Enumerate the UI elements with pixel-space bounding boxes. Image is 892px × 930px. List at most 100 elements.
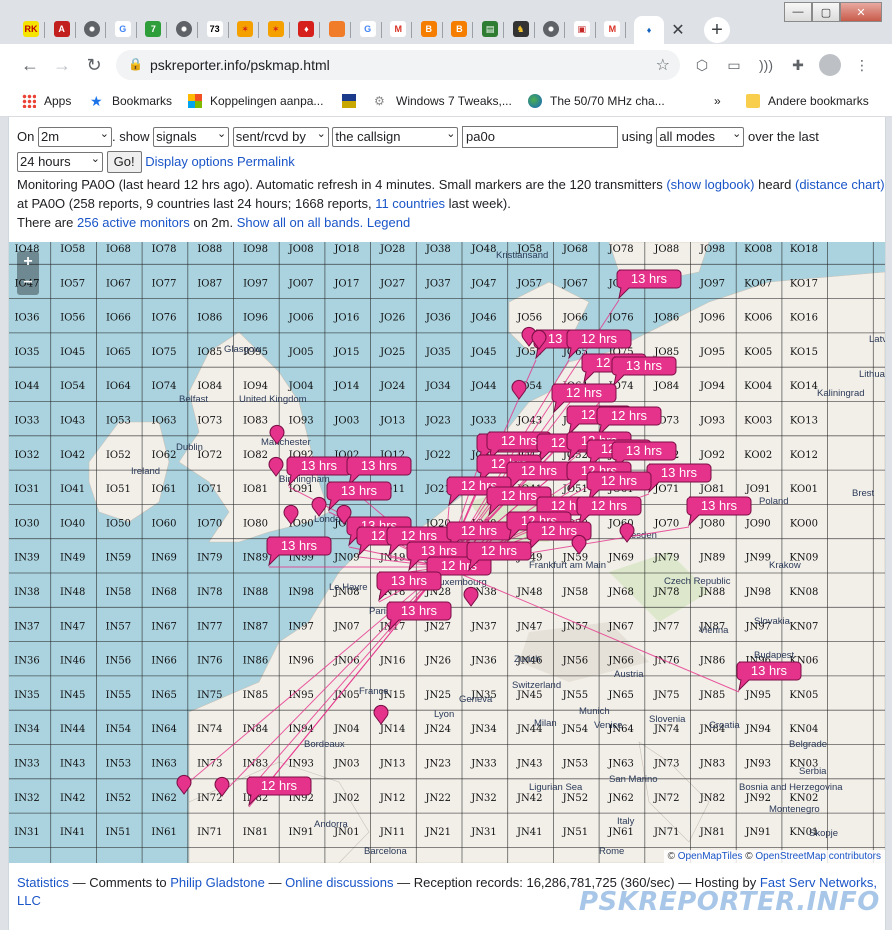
psk-map[interactable]: IO48 IO58 IO68 IO78 IO88 IO98 JO08 JO18 JO28 JO38…: [9, 242, 885, 863]
direction-select[interactable]: sent/rcvd by: [232, 127, 329, 147]
browser-tab[interactable]: ✶: [232, 16, 260, 42]
extensions-puzzle-icon[interactable]: ✚: [788, 55, 808, 75]
bookmarks-more[interactable]: »: [714, 91, 721, 111]
place-label: Lyon: [434, 709, 454, 720]
back-icon[interactable]: ←: [18, 53, 42, 77]
browser-tab[interactable]: 7: [140, 16, 168, 42]
reload-icon[interactable]: ↻: [82, 53, 106, 77]
openmaptiles-link[interactable]: OpenMapTiles: [678, 851, 743, 862]
maximize-button[interactable]: ▢: [812, 2, 840, 22]
bookmark-5070[interactable]: The 50/70 MHz cha...: [528, 91, 665, 111]
browser-tab[interactable]: 73: [202, 16, 229, 42]
browser-tab[interactable]: ✶: [263, 16, 290, 42]
zoom-in-button[interactable]: +: [17, 251, 39, 272]
dropbox-icon[interactable]: ⬡: [692, 55, 712, 75]
active-monitors-link[interactable]: 256 active monitors: [77, 215, 190, 230]
browser-tab[interactable]: A: [49, 16, 76, 42]
browser-tab[interactable]: [324, 16, 351, 42]
browser-tab[interactable]: [171, 16, 198, 42]
google-icon: G: [114, 21, 131, 37]
close-tab-icon[interactable]: ✕: [668, 20, 688, 40]
distance-chart-link[interactable]: (distance chart): [795, 177, 885, 192]
show-select[interactable]: signals: [153, 127, 230, 147]
spot-marker[interactable]: 13 hrs: [326, 481, 392, 512]
browser-tab[interactable]: ▤: [477, 16, 504, 42]
legend-link[interactable]: Legend: [367, 215, 410, 230]
target-type-select[interactable]: the callsign: [332, 127, 459, 147]
browser-tab[interactable]: ♞: [508, 16, 535, 42]
browser-tab[interactable]: [538, 16, 566, 42]
grid-square-label: IN33: [14, 759, 39, 770]
period-select[interactable]: 24 hours: [17, 152, 103, 172]
countries-link[interactable]: 11 countries: [375, 196, 445, 211]
apps-grid-icon: [22, 94, 36, 108]
minimize-button[interactable]: —: [784, 2, 812, 22]
statistics-link[interactable]: Statistics: [17, 875, 69, 890]
grid-square-label: JN86: [699, 656, 725, 667]
callsign-input[interactable]: pa0o: [462, 126, 619, 148]
browser-tab[interactable]: ▣: [569, 16, 596, 42]
bookmark-koppelingen[interactable]: Koppelingen aanpa...: [188, 91, 323, 111]
spot-marker[interactable]: 13 hrs: [346, 456, 412, 487]
spot-marker[interactable]: 13 hrs: [616, 269, 682, 300]
seventythree-icon: 73: [206, 21, 223, 37]
grid-square-label: JO86: [653, 313, 679, 324]
bookmark-bookmarks[interactable]: ★ Bookmarks: [90, 91, 172, 111]
grid-square-label: IN75: [197, 690, 222, 701]
bookmark-other[interactable]: Andere bookmarks: [746, 91, 869, 111]
map-canvas[interactable]: IO48 IO58 IO68 IO78 IO88 IO98 JO08 JO18 JO28 JO38…: [9, 242, 885, 863]
grid-square-label: JO34: [425, 381, 451, 392]
browser-tab[interactable]: RK: [18, 16, 45, 42]
place-label: Bordeaux: [304, 739, 345, 750]
place-label: Munich: [579, 706, 610, 717]
radio-wave-icon[interactable]: ))): [756, 55, 776, 75]
grid-square-label: JN94: [744, 724, 770, 735]
menu-kebab-icon[interactable]: ⋮: [852, 55, 872, 75]
browser-tab[interactable]: B: [446, 16, 474, 42]
permalink-link[interactable]: Permalink: [237, 152, 295, 172]
mode-select[interactable]: all modes: [656, 127, 745, 147]
browser-tab[interactable]: G: [110, 16, 137, 42]
zoom-out-button[interactable]: −: [17, 272, 39, 293]
author-link[interactable]: Philip Gladstone: [170, 875, 265, 890]
profile-avatar[interactable]: [819, 54, 841, 76]
grid-square-label: JO44: [471, 381, 497, 392]
bookmark-windows7[interactable]: ⚙ Windows 7 Tweaks,...: [374, 91, 512, 111]
info-line-1: Monitoring PA0O (last heard 12 hrs ago).…: [17, 177, 885, 192]
grid-square-label: IO45: [60, 347, 85, 358]
gmail-icon: M: [604, 21, 621, 37]
grid-square-label: JN92: [744, 793, 770, 804]
browser-tab[interactable]: ♦: [293, 16, 321, 42]
bookmark-flag[interactable]: [342, 91, 364, 111]
band-select[interactable]: 2m: [37, 127, 112, 147]
grid-square-label: IO80: [243, 518, 268, 529]
grid-square-label: IO32: [15, 450, 40, 461]
spot-time-label: 12 hrs: [401, 528, 438, 543]
close-window-button[interactable]: ✕: [840, 2, 882, 22]
grid-square-label: JO16: [333, 313, 359, 324]
show-all-bands-link[interactable]: Show all on all bands.: [237, 215, 363, 230]
new-tab-button[interactable]: +: [704, 17, 730, 43]
grid-square-label: JN88: [699, 587, 725, 598]
grid-square-label: JO06: [288, 313, 314, 324]
forward-icon[interactable]: →: [50, 53, 74, 77]
grid-square-label: IO52: [106, 450, 131, 461]
browser-tab[interactable]: ♦: [634, 16, 664, 44]
browser-tab[interactable]: [79, 16, 107, 42]
display-options-link[interactable]: Display options: [145, 152, 233, 172]
browser-tab[interactable]: M: [385, 16, 413, 42]
grid-square-label: KO14: [790, 381, 818, 392]
browser-tab[interactable]: G: [355, 16, 382, 42]
discussions-link[interactable]: Online discussions: [285, 875, 393, 890]
browser-tab[interactable]: M: [599, 16, 627, 42]
address-bar[interactable]: 🔒 pskreporter.info/pskmap.html ☆: [116, 50, 680, 80]
bookmark-star-icon[interactable]: ☆: [656, 55, 670, 75]
bookmark-apps[interactable]: Apps: [22, 91, 71, 111]
show-logbook-link[interactable]: (show logbook): [666, 177, 754, 192]
openstreetmap-link[interactable]: OpenStreetMap contributors: [755, 851, 881, 862]
blogger-icon: B: [451, 21, 468, 37]
browser-tab[interactable]: B: [416, 16, 443, 42]
grid-square-label: IO61: [152, 484, 177, 495]
cast-icon[interactable]: ▭: [724, 55, 744, 75]
go-button[interactable]: Go!: [106, 151, 142, 173]
